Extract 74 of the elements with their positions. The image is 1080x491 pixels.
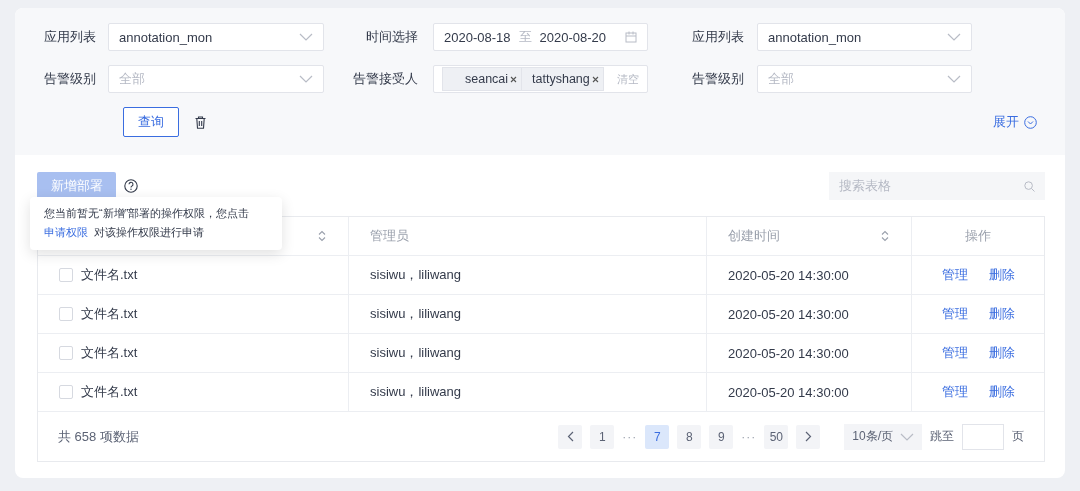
request-permission-link[interactable]: 申请权限 <box>44 226 88 238</box>
file-name: 文件名.txt <box>81 305 138 323</box>
date-range-field[interactable]: 2020-08-18 至 2020-08-20 <box>433 23 648 51</box>
delete-link[interactable]: 删除 <box>988 266 1015 284</box>
filter-label: 时间选择 <box>365 28 419 46</box>
trash-icon[interactable] <box>195 115 206 129</box>
created-time: 2020-05-20 14:30:00 <box>728 384 849 400</box>
chevron-circle-icon <box>1024 115 1037 129</box>
delete-link[interactable]: 删除 <box>988 383 1015 401</box>
close-icon[interactable] <box>510 75 518 83</box>
help-icon[interactable] <box>124 179 138 193</box>
admins-cell: sisiwu，liliwang <box>370 266 462 284</box>
ellipsis: ··· <box>741 429 757 444</box>
filter-label: 应用列表 <box>44 28 97 46</box>
recipient-tag: tattyshang <box>522 67 604 91</box>
page-button[interactable]: 8 <box>677 424 702 449</box>
file-name: 文件名.txt <box>81 383 138 401</box>
search-field[interactable]: 搜索表格 <box>829 172 1045 200</box>
chevron-down-icon <box>299 33 313 41</box>
select-field[interactable]: annotation_mon <box>757 23 972 51</box>
file-name: 文件名.txt <box>81 266 138 284</box>
filter-label: 告警级别 <box>44 70 97 88</box>
sort-icon[interactable] <box>318 230 326 242</box>
manage-link[interactable]: 管理 <box>941 305 968 323</box>
filter-label: 告警级别 <box>691 70 745 88</box>
created-time: 2020-05-20 14:30:00 <box>728 345 849 361</box>
page-label: 页 <box>1012 428 1024 445</box>
row-checkbox[interactable] <box>59 307 73 321</box>
page-button[interactable]: 50 <box>764 424 789 449</box>
admins-cell: sisiwu，liliwang <box>370 305 462 323</box>
manage-link[interactable]: 管理 <box>941 266 968 284</box>
recipient-field[interactable]: seancai tattyshang 清空 <box>433 65 648 93</box>
page-size-select[interactable]: 10条/页 <box>844 423 922 450</box>
page-button[interactable]: 1 <box>590 424 615 449</box>
admins-cell: sisiwu，liliwang <box>370 344 462 362</box>
manage-link[interactable]: 管理 <box>941 344 968 362</box>
filter-label: 应用列表 <box>691 28 745 46</box>
column-header: 操作 <box>965 227 991 245</box>
recipient-tag: seancai <box>442 67 523 91</box>
select-field[interactable]: annotation_mon <box>108 23 324 51</box>
chevron-down-icon <box>947 33 961 41</box>
calendar-icon <box>625 31 637 43</box>
query-button[interactable]: 查询 <box>123 107 179 137</box>
chevron-down-icon <box>299 75 313 83</box>
filter-label: 告警接受人 <box>352 70 419 88</box>
sort-icon[interactable] <box>881 230 889 242</box>
expand-link[interactable]: 展开 <box>993 113 1037 131</box>
row-checkbox[interactable] <box>59 268 73 282</box>
close-icon[interactable] <box>591 75 599 83</box>
page-button[interactable]: 9 <box>709 424 734 449</box>
next-page-button[interactable] <box>796 424 821 449</box>
chevron-right-icon <box>804 431 812 442</box>
chevron-down-icon <box>947 75 961 83</box>
jump-label: 跳至 <box>930 428 954 445</box>
row-checkbox[interactable] <box>59 385 73 399</box>
page-button[interactable]: 7 <box>645 424 670 449</box>
created-time: 2020-05-20 14:30:00 <box>728 306 849 322</box>
row-checkbox[interactable] <box>59 346 73 360</box>
file-name: 文件名.txt <box>81 344 138 362</box>
column-header: 创建时间 <box>728 227 780 245</box>
column-header: 管理员 <box>370 227 409 245</box>
search-icon <box>1024 181 1035 192</box>
ellipsis: ··· <box>622 429 638 444</box>
previous-page-button[interactable] <box>558 424 583 449</box>
created-time: 2020-05-20 14:30:00 <box>728 267 849 283</box>
delete-link[interactable]: 删除 <box>988 305 1015 323</box>
chevron-down-icon <box>900 432 914 441</box>
total-count: 共 658 项数据 <box>58 427 139 446</box>
manage-link[interactable]: 管理 <box>941 383 968 401</box>
jump-input[interactable] <box>962 423 1004 450</box>
tooltip-text: 您当前暂无“新增”部署的操作权限，您点击 申请权限 对该操作权限进行申请 <box>44 206 251 240</box>
delete-link[interactable]: 删除 <box>988 344 1015 362</box>
admins-cell: sisiwu，liliwang <box>370 383 462 401</box>
chevron-left-icon <box>566 431 574 442</box>
